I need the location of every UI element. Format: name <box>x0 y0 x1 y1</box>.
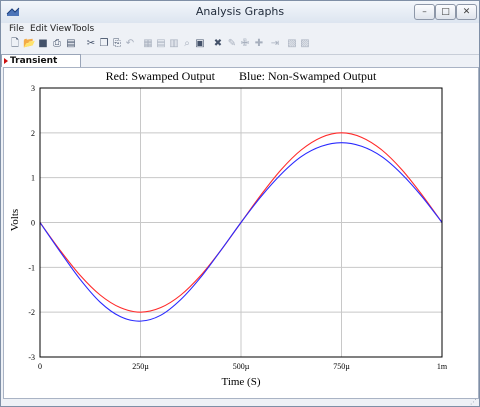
analysis-graphs-window: Analysis Graphs – □ ✕ File Edit View Too… <box>0 0 480 407</box>
close-button[interactable]: ✕ <box>456 4 477 20</box>
minimize-icon: – <box>422 7 427 17</box>
menu-view[interactable]: View <box>50 24 71 34</box>
cursor-remove-icon[interactable]: ✚ <box>253 37 265 50</box>
cursor-add-icon[interactable]: ✙ <box>239 37 251 50</box>
y-tick-label: 1 <box>31 174 35 183</box>
table-icon[interactable]: ▥ <box>168 37 180 50</box>
tab-strip: Transient Analysis <box>1 54 479 78</box>
y-tick-label: -2 <box>28 308 35 317</box>
menu-edit[interactable]: Edit <box>30 24 47 34</box>
cursor-icon[interactable]: ✖ <box>212 37 224 50</box>
chart-title: Red: Swamped Output Blue: Non-Swamped Ou… <box>106 69 377 83</box>
y-tick-label: 0 <box>31 219 35 228</box>
y-tick-label: 3 <box>31 84 35 93</box>
grid-icon[interactable]: ▦ <box>142 37 154 50</box>
y-tick-label: -3 <box>28 353 35 362</box>
grid-minor-icon[interactable]: ▤ <box>155 37 167 50</box>
title-bar[interactable]: Analysis Graphs – □ ✕ <box>1 1 479 23</box>
zoom-icon[interactable]: ⌕ <box>181 37 193 50</box>
maximize-button[interactable]: □ <box>435 4 456 20</box>
save-icon[interactable]: ■ <box>37 37 49 50</box>
minimize-button[interactable]: – <box>414 4 435 20</box>
settings-icon[interactable]: ▨ <box>299 37 311 50</box>
pen-icon[interactable]: ✎ <box>226 37 238 50</box>
x-tick-label: 0 <box>38 362 42 371</box>
resize-grip-icon[interactable]: ⋰ <box>470 398 477 406</box>
menu-tools[interactable]: Tools <box>72 24 94 34</box>
print-icon[interactable]: ⎙ <box>51 37 63 50</box>
menu-bar: File Edit View Tools <box>1 23 479 37</box>
x-tick-label: 250µ <box>132 362 149 371</box>
paste-icon[interactable]: ⎘ <box>111 37 123 50</box>
x-tick-label: 500µ <box>233 362 250 371</box>
open-icon[interactable]: 📂 <box>23 37 35 50</box>
tick-layer: 0 250µ 500µ 750µ 1m 3 2 1 0 -1 -2 -3 <box>28 84 448 371</box>
x-tick-label: 1m <box>437 362 448 371</box>
undo-icon[interactable]: ↶ <box>124 37 136 50</box>
transient-chart: 0 250µ 500µ 750µ 1m 3 2 1 0 -1 -2 -3 Red: Swamped O… <box>9 69 448 388</box>
maximize-icon: □ <box>441 7 450 17</box>
menu-file[interactable]: File <box>9 24 24 34</box>
status-bar: ⋰ <box>1 398 479 406</box>
export-icon[interactable]: ⇥ <box>269 37 281 50</box>
active-tab-arrow-icon <box>4 58 8 64</box>
cut-icon[interactable]: ✂ <box>85 37 97 50</box>
zoom-area-icon[interactable]: ▣ <box>194 37 206 50</box>
close-icon: ✕ <box>462 7 471 17</box>
copy-icon[interactable]: ❐ <box>98 37 110 50</box>
y-tick-label: 2 <box>31 129 35 138</box>
print-preview-icon[interactable]: ▤ <box>65 37 77 50</box>
x-tick-label: 750µ <box>333 362 350 371</box>
y-axis-label: Volts <box>9 209 21 231</box>
new-icon[interactable]: 🗋 <box>9 37 21 50</box>
y-tick-label: -1 <box>28 263 35 272</box>
properties-icon[interactable]: ▧ <box>286 37 298 50</box>
graph-canvas[interactable]: 0 250µ 500µ 750µ 1m 3 2 1 0 -1 -2 -3 Red: Swamped O… <box>3 67 479 399</box>
toolbar: 🗋 📂 ■ ⎙ ▤ ✂ ❐ ⎘ ↶ ▦ ▤ ▥ ⌕ ▣ ✖ ✎ ✙ ✚ ⇥ ▧ … <box>1 36 479 55</box>
tab-transient-analysis[interactable]: Transient Analysis <box>1 54 81 78</box>
x-axis-label: Time (S) <box>221 376 260 388</box>
window-title: Analysis Graphs <box>195 5 285 18</box>
